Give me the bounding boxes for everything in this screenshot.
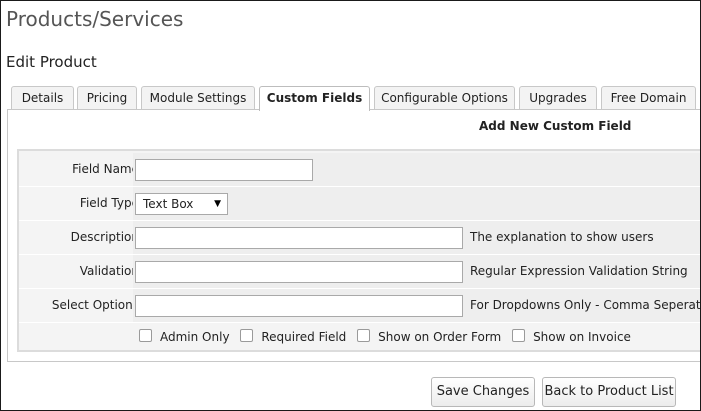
validation-label: Validation [79,264,139,278]
checkbox-icon[interactable] [139,329,152,342]
tab-custom-fields[interactable]: Custom Fields [259,86,370,111]
form-heading: Add New Custom Field [479,119,632,133]
description-cell: The explanation to show users [133,221,700,254]
field-type-cell: Text Box ▼ [133,187,700,220]
field-name-label: Field Name [72,162,139,176]
validation-cell: Regular Expression Validation String [133,255,700,288]
description-input[interactable] [135,227,463,249]
field-type-label: Field Type [79,196,139,210]
validation-row: Validation Regular Expression Validation… [19,255,700,289]
checkbox-icon[interactable] [240,329,254,342]
tab-module-settings[interactable]: Module Settings [141,86,255,109]
description-row: Description The explanation to show user… [19,221,700,255]
admin-only-label: Admin Only [160,330,230,344]
tab-free-domain[interactable]: Free Domain [601,86,696,109]
show-on-order-form-label: Show on Order Form [378,330,502,344]
select-options-cell: For Dropdowns Only - Comma Seperated L [133,289,701,322]
section-title: Edit Product [6,53,97,71]
show-on-invoice-label: Show on Invoice [533,330,631,344]
description-hint: The explanation to show users [470,230,654,244]
field-type-selected: Text Box [143,197,194,211]
field-type-select[interactable]: Text Box ▼ [135,193,228,215]
validation-hint: Regular Expression Validation String [470,264,688,278]
select-options-row: Select Options For Dropdowns Only - Comm… [19,289,701,323]
field-name-row: Field Name [19,153,700,187]
custom-field-form: Field Name Field Type Text Box ▼ Descrip… [17,149,701,352]
checkbox-icon[interactable] [357,329,371,342]
select-options-label: Select Options [51,298,139,312]
tab-bar: Details Pricing Module Settings Custom F… [1,86,700,111]
dropdown-arrow-icon: ▼ [214,199,221,209]
tab-details[interactable]: Details [11,86,74,109]
checkbox-row: Admin Only Required Field Show on Order … [139,329,638,349]
back-to-product-list-button[interactable]: Back to Product List [542,377,676,407]
show-on-order-form-checkbox[interactable]: Show on Order Form [357,329,501,344]
select-options-hint: For Dropdowns Only - Comma Seperated L [470,298,701,312]
admin-only-checkbox[interactable]: Admin Only [139,329,230,344]
tab-configurable-options[interactable]: Configurable Options [374,86,515,109]
checkbox-icon[interactable] [512,329,526,342]
description-label: Description [70,230,139,244]
tab-pricing[interactable]: Pricing [77,86,137,109]
select-options-input[interactable] [135,295,463,317]
field-type-row: Field Type Text Box ▼ [19,187,700,221]
validation-input[interactable] [135,261,463,283]
required-field-label: Required Field [261,330,347,344]
field-name-input[interactable] [135,159,313,181]
required-field-checkbox[interactable]: Required Field [240,329,346,344]
window-frame: Products/Services Edit Product Details P… [0,0,701,411]
save-changes-button[interactable]: Save Changes [431,377,535,407]
show-on-invoice-checkbox[interactable]: Show on Invoice [512,329,631,344]
tab-upgrades[interactable]: Upgrades [519,86,597,109]
page-title: Products/Services [6,7,184,31]
field-name-cell [133,153,700,186]
